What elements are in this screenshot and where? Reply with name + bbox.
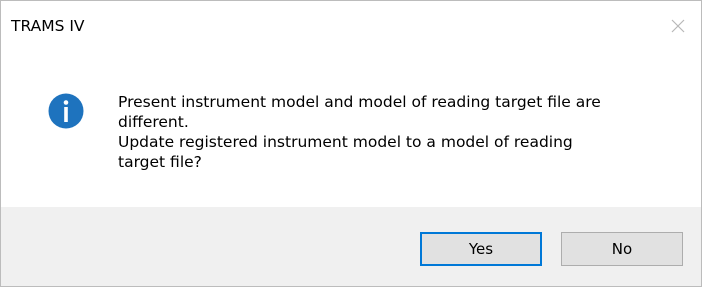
close-icon [670, 18, 686, 38]
message-line: Update registered instrument model to a … [118, 133, 573, 151]
no-button[interactable]: No [561, 232, 683, 266]
dialog-content: Present instrument model and model of re… [1, 57, 701, 207]
message-dialog: TRAMS IV Present instrument model and mo… [0, 0, 702, 287]
close-button[interactable] [655, 1, 701, 55]
info-icon [48, 93, 84, 129]
message-line: different. [118, 113, 189, 131]
yes-button[interactable]: Yes [420, 232, 542, 266]
window-title: TRAMS IV [11, 17, 85, 35]
message-line: Present instrument model and model of re… [118, 93, 601, 111]
button-bar: Yes No [1, 207, 701, 286]
message-text: Present instrument model and model of re… [118, 92, 678, 172]
message-line: target file? [118, 153, 202, 171]
title-bar[interactable]: TRAMS IV [1, 1, 701, 57]
